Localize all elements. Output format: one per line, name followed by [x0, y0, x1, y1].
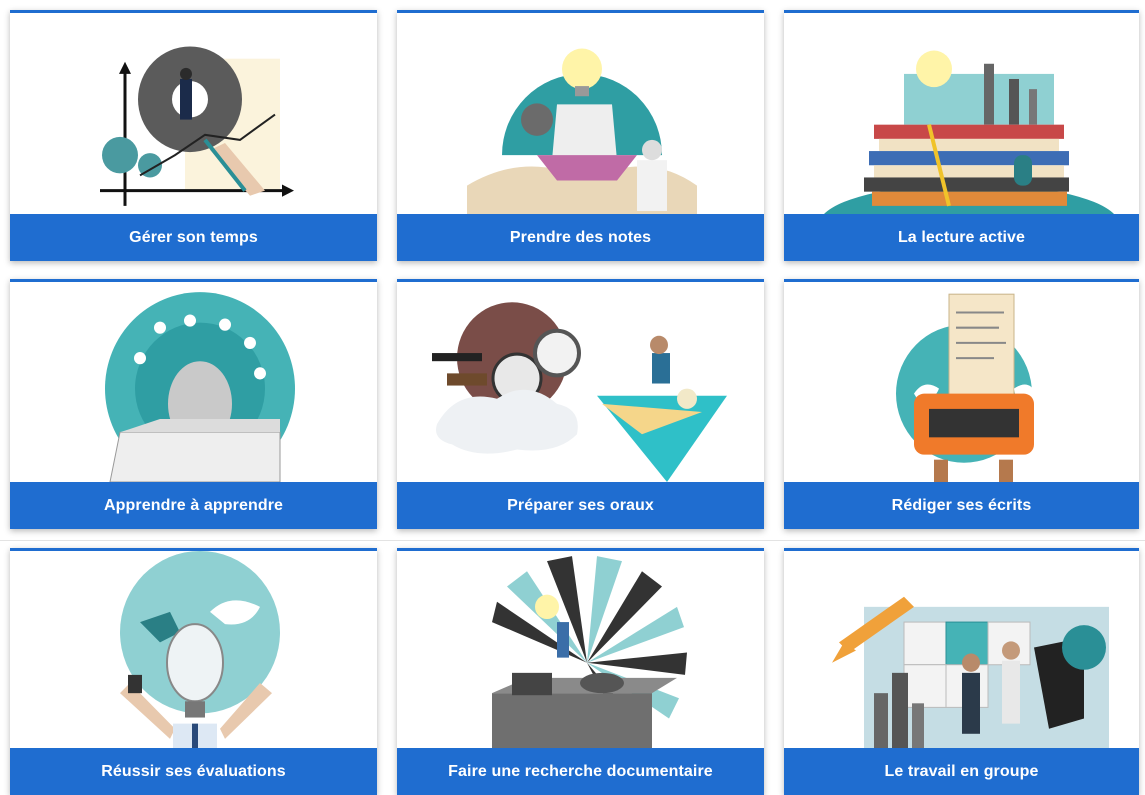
- writing-illustration: [784, 282, 1139, 482]
- card-le-travail-en-groupe[interactable]: Le travail en groupe: [784, 548, 1139, 795]
- documentary-research-illustration: [397, 551, 764, 748]
- card-label: Gérer son temps: [10, 214, 377, 261]
- row-divider: [0, 540, 1145, 541]
- exam-success-illustration: [10, 551, 377, 748]
- card-label: Réussir ses évaluations: [10, 748, 377, 795]
- card-gerer-son-temps[interactable]: Gérer son temps: [10, 10, 377, 261]
- card-reussir-ses-evaluations[interactable]: Réussir ses évaluations: [10, 548, 377, 795]
- card-la-lecture-active[interactable]: La lecture active: [784, 10, 1139, 261]
- note-taking-illustration: [397, 13, 764, 214]
- card-label: Prendre des notes: [397, 214, 764, 261]
- card-label: La lecture active: [784, 214, 1139, 261]
- card-apprendre-a-apprendre[interactable]: Apprendre à apprendre: [10, 279, 377, 529]
- card-label: Rédiger ses écrits: [784, 482, 1139, 529]
- card-preparer-ses-oraux[interactable]: Préparer ses oraux: [397, 279, 764, 529]
- learning-to-learn-illustration: [10, 282, 377, 482]
- card-label: Apprendre à apprendre: [10, 482, 377, 529]
- card-label: Faire une recherche documentaire: [397, 748, 764, 795]
- active-reading-illustration: [784, 13, 1139, 214]
- card-label: Le travail en groupe: [784, 748, 1139, 795]
- group-work-illustration: [784, 551, 1139, 748]
- card-rediger-ses-ecrits[interactable]: Rédiger ses écrits: [784, 279, 1139, 529]
- card-label: Préparer ses oraux: [397, 482, 764, 529]
- oral-preparation-illustration: [397, 282, 764, 482]
- card-prendre-des-notes[interactable]: Prendre des notes: [397, 10, 764, 261]
- card-faire-une-recherche-documentaire[interactable]: Faire une recherche documentaire: [397, 548, 764, 795]
- time-management-illustration: [10, 13, 377, 214]
